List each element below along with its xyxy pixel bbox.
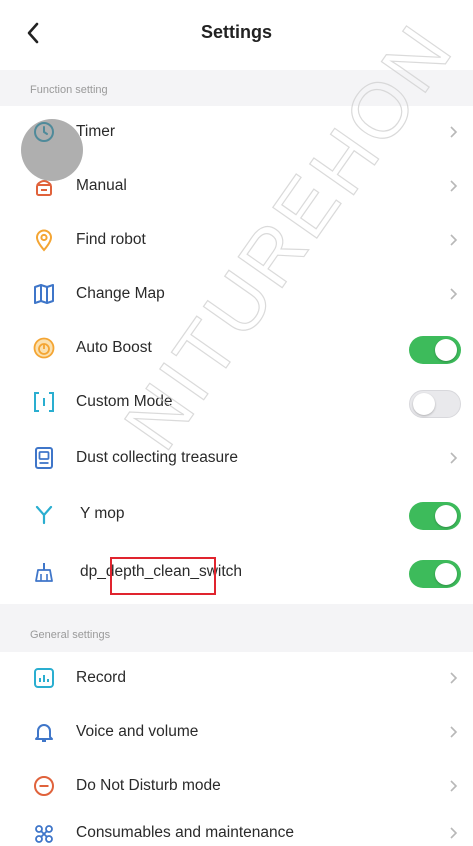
chevron-right-icon [449, 671, 459, 687]
do-not-disturb-label: Do Not Disturb mode [76, 777, 221, 794]
broom-icon [32, 560, 56, 584]
touch-indicator [21, 119, 83, 181]
chevron-right-icon [449, 233, 459, 249]
timer-label: Timer [76, 123, 116, 140]
highlight-box [110, 557, 216, 595]
do-not-disturb-icon [32, 774, 56, 798]
chevron-right-icon [449, 725, 459, 741]
settings-row-y-mop: Y mop [0, 488, 473, 542]
y-mop-icon [32, 502, 56, 526]
dust-collecting-label: Dust collecting treasure [76, 449, 238, 466]
settings-row-depth-clean: dp_depth_clean_switch [0, 546, 473, 600]
section-header-function: Function setting [0, 70, 473, 106]
auto-boost-toggle[interactable] [409, 336, 461, 364]
find-robot-label: Find robot [76, 231, 146, 248]
bell-icon [32, 720, 56, 744]
record-label: Record [76, 669, 126, 686]
record-chart-icon [32, 666, 56, 690]
chevron-right-icon [449, 125, 459, 141]
depth-clean-prefix: dp_ [80, 563, 106, 580]
toggle-knob [435, 339, 457, 361]
y-mop-label: Y mop [80, 505, 125, 522]
settings-row-change-map[interactable]: Change Map [0, 268, 473, 322]
toggle-knob [435, 563, 457, 585]
consumables-label: Consumables and maintenance [76, 824, 294, 841]
map-icon [32, 282, 56, 306]
chevron-right-icon [449, 287, 459, 303]
consumables-icon [32, 822, 56, 846]
chevron-right-icon [449, 779, 459, 795]
toggle-knob [435, 505, 457, 527]
location-pin-icon [32, 228, 56, 252]
boost-gauge-icon [32, 336, 56, 360]
auto-boost-label: Auto Boost [76, 339, 152, 356]
settings-row-custom-mode: Custom Mode [0, 376, 473, 430]
change-map-label: Change Map [76, 285, 165, 302]
settings-row-auto-boost: Auto Boost [0, 322, 473, 376]
custom-mode-label: Custom Mode [76, 393, 173, 410]
page-title: Settings [200, 22, 272, 42]
dust-station-icon [32, 446, 56, 470]
chevron-right-icon [449, 179, 459, 195]
manual-label: Manual [76, 177, 127, 194]
y-mop-toggle[interactable] [409, 502, 461, 530]
voice-volume-label: Voice and volume [76, 723, 199, 740]
settings-row-do-not-disturb[interactable]: Do Not Disturb mode [0, 760, 473, 814]
settings-row-find-robot[interactable]: Find robot [0, 214, 473, 268]
chevron-right-icon [449, 451, 459, 467]
depth-clean-toggle[interactable] [409, 560, 461, 588]
settings-row-record[interactable]: Record [0, 652, 473, 706]
top-bar: Settings [0, 0, 473, 70]
toggle-knob [413, 393, 435, 415]
chevron-right-icon [449, 826, 459, 842]
custom-mode-icon [32, 390, 56, 414]
section-header-general: General settings [0, 604, 473, 652]
settings-row-dust-collecting[interactable]: Dust collecting treasure [0, 432, 473, 486]
settings-row-consumables[interactable]: Consumables and maintenance [0, 814, 473, 845]
custom-mode-toggle[interactable] [409, 390, 461, 418]
settings-row-voice-volume[interactable]: Voice and volume [0, 706, 473, 760]
